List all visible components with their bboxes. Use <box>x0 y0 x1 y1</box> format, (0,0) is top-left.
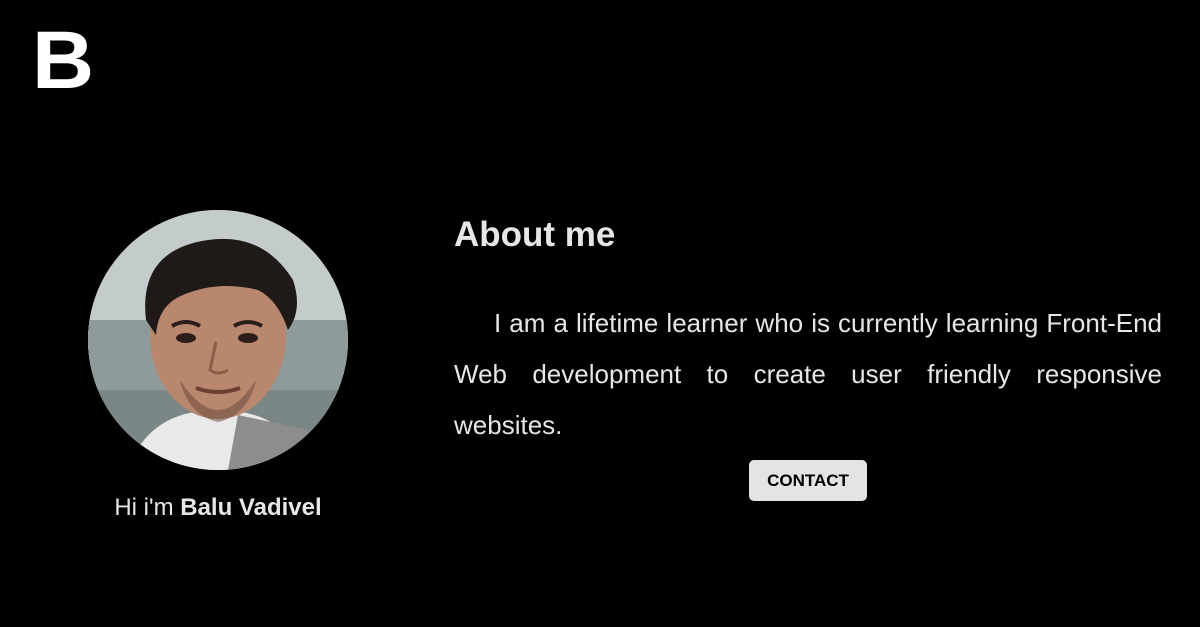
profile-name: Balu Vadivel <box>180 494 322 521</box>
about-title: About me <box>454 215 616 254</box>
about-section: About me I am a lifetime learner who is … <box>454 210 1162 451</box>
greeting-prefix: Hi i'm <box>114 494 181 521</box>
about-text: I am a lifetime learner who is currently… <box>454 308 1162 440</box>
avatar <box>88 210 348 470</box>
contact-button[interactable]: CONTACT <box>749 460 867 501</box>
site-logo[interactable]: B <box>32 20 94 102</box>
profile-photo <box>88 210 348 470</box>
greeting: Hi i'm Balu Vadivel <box>60 494 376 522</box>
